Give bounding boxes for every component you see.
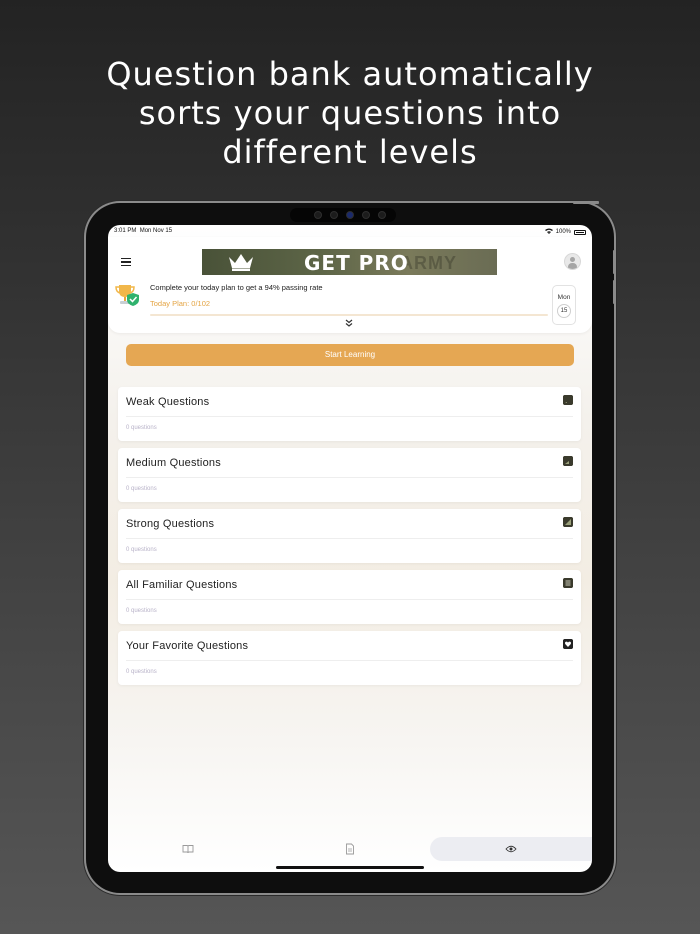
strong-questions-card[interactable]: Strong Questions 0 questions [118, 509, 581, 563]
home-indicator [276, 866, 424, 869]
category-title: Strong Questions [126, 518, 215, 530]
get-pro-banner[interactable]: ARMY GET PRO [202, 249, 497, 275]
tab-review[interactable] [430, 837, 592, 861]
tab-tests[interactable] [330, 837, 370, 861]
question-count: 0 questions [126, 608, 157, 614]
power-button [573, 201, 599, 204]
category-title: All Familiar Questions [126, 579, 238, 591]
card-divider [126, 538, 573, 539]
category-title: Weak Questions [126, 396, 210, 408]
card-divider [126, 477, 573, 478]
get-pro-label: GET PRO [304, 251, 409, 275]
status-time: 3:01 PM Mon Nov 15 [114, 228, 173, 234]
tab-learn[interactable] [168, 837, 208, 861]
plan-progress-bar [150, 314, 548, 316]
date-day: 15 [557, 304, 571, 318]
card-divider [126, 416, 573, 417]
volume-button [613, 280, 616, 304]
camera-lens [314, 211, 322, 219]
camera-lens [362, 211, 370, 219]
camera-bar [290, 208, 396, 222]
plan-header-card: ARMY GET PRO Complete your today plan to… [108, 237, 592, 333]
document-icon [346, 843, 354, 855]
promo-headline: Question bank automatically sorts your q… [0, 55, 700, 172]
list-icon [563, 578, 573, 588]
battery-percent: 100% [555, 229, 571, 235]
plan-message: Complete your today plan to get a 94% pa… [150, 283, 323, 292]
heart-icon [563, 639, 573, 649]
camera-lens [346, 211, 354, 219]
all-familiar-questions-card[interactable]: All Familiar Questions 0 questions [118, 570, 581, 624]
crown-icon [229, 254, 253, 271]
weak-signal-icon [563, 395, 573, 405]
battery-icon [574, 229, 586, 235]
question-count: 0 questions [126, 547, 157, 553]
double-chevron-down-icon[interactable] [343, 318, 355, 328]
today-plan-progress: Today Plan: 0/102 [150, 299, 211, 308]
card-divider [126, 599, 573, 600]
book-icon [182, 845, 194, 854]
headline-line-3: different levels [222, 133, 478, 171]
date-weekday: Mon [557, 294, 571, 301]
weak-questions-card[interactable]: Weak Questions 0 questions [118, 387, 581, 441]
app-screen: 3:01 PM Mon Nov 15 100% ARMY GET PRO Com… [108, 225, 592, 872]
volume-button [613, 250, 616, 274]
headline-line-1: Question bank automatically [106, 55, 594, 93]
question-count: 0 questions [126, 486, 157, 492]
hamburger-menu-icon[interactable] [121, 258, 131, 267]
status-bar: 3:01 PM Mon Nov 15 100% [108, 225, 592, 237]
category-title: Your Favorite Questions [126, 640, 249, 652]
status-right: 100% [544, 228, 586, 236]
strong-signal-icon [563, 517, 573, 527]
date-selector[interactable]: Mon 15 [552, 285, 576, 325]
question-count: 0 questions [126, 425, 157, 431]
camera-lens [330, 211, 338, 219]
eye-icon [505, 845, 517, 853]
category-title: Medium Questions [126, 457, 221, 469]
headline-line-2: sorts your questions into [138, 94, 562, 132]
wifi-icon [544, 228, 553, 236]
trophy-shield-icon [115, 285, 139, 306]
medium-signal-icon [563, 456, 573, 466]
camera-lens [378, 211, 386, 219]
start-learning-button[interactable]: Start Learning [126, 344, 574, 366]
card-divider [126, 660, 573, 661]
user-avatar-icon[interactable] [564, 253, 581, 270]
medium-questions-card[interactable]: Medium Questions 0 questions [118, 448, 581, 502]
question-count: 0 questions [126, 669, 157, 675]
favorite-questions-card[interactable]: Your Favorite Questions 0 questions [118, 631, 581, 685]
